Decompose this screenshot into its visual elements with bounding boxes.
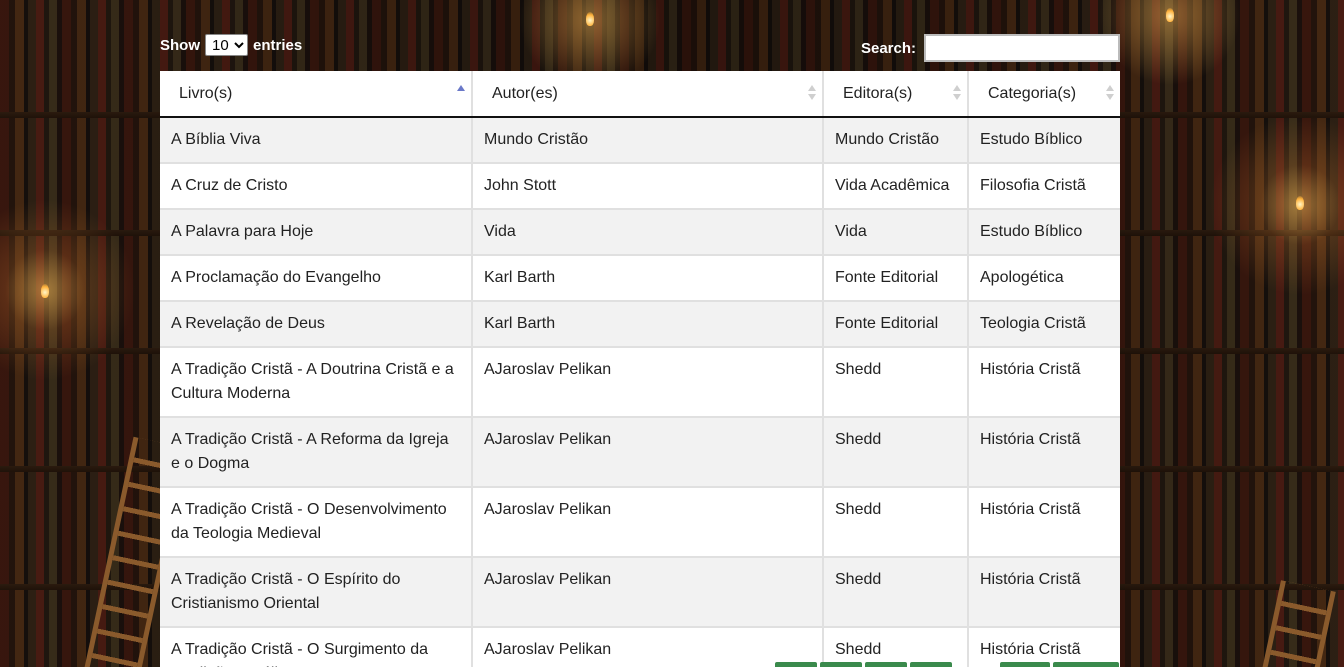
pagination-button[interactable] [820, 662, 862, 667]
candle-glow-left [41, 284, 49, 298]
cell-autor: Vida [472, 209, 824, 256]
cell-livro: A Palavra para Hoje [160, 209, 473, 256]
cell-editora: Shedd [823, 627, 969, 667]
column-label-editora: Editora(s) [843, 84, 913, 102]
entries-length-control: Show 10 entries [160, 34, 302, 56]
table-row: A Proclamação do Evangelho Karl Barth Fo… [160, 255, 1120, 302]
cell-categoria: História Cristã [968, 487, 1120, 558]
candle-glow-top-right [1166, 8, 1174, 22]
table-row: A Tradição Cristã - O Desenvolvimento da… [160, 487, 1120, 558]
cell-editora: Vida [823, 209, 969, 256]
cell-livro: A Tradição Cristã - O Espírito do Cristi… [160, 557, 473, 628]
cell-autor: Karl Barth [472, 255, 824, 302]
table-body: A Bíblia Viva Mundo Cristão Mundo Cristã… [160, 117, 1120, 667]
column-header-editora[interactable]: Editora(s) [823, 71, 969, 118]
column-header-livro[interactable]: Livro(s) [160, 71, 473, 118]
cell-livro: A Bíblia Viva [160, 117, 473, 164]
sort-both-icon [1106, 85, 1114, 103]
table-header: Livro(s) Autor(es) Editora(s) Categoria(… [160, 71, 1120, 118]
cell-livro: A Tradição Cristã - O Desenvolvimento da… [160, 487, 473, 558]
column-header-categoria[interactable]: Categoria(s) [968, 71, 1120, 118]
entries-per-page-select[interactable]: 10 [205, 34, 248, 56]
cell-categoria: Apologética [968, 255, 1120, 302]
table-row: A Bíblia Viva Mundo Cristão Mundo Cristã… [160, 117, 1120, 164]
cell-editora: Fonte Editorial [823, 301, 969, 348]
candle-glow-top-center [586, 12, 594, 26]
cell-autor: AJaroslav Pelikan [472, 557, 824, 628]
pagination-button[interactable] [1000, 662, 1050, 667]
cell-categoria: História Cristã [968, 417, 1120, 488]
show-label: Show [160, 36, 200, 54]
table-row: A Tradição Cristã - O Surgimento da Trad… [160, 627, 1120, 667]
sort-both-icon [808, 85, 816, 103]
pagination-button[interactable] [775, 662, 817, 667]
cell-autor: AJaroslav Pelikan [472, 347, 824, 418]
cell-categoria: História Cristã [968, 347, 1120, 418]
header-row: Livro(s) Autor(es) Editora(s) Categoria(… [160, 71, 1120, 118]
cell-editora: Shedd [823, 347, 969, 418]
column-label-categoria: Categoria(s) [988, 84, 1077, 102]
table-row: A Cruz de Cristo John Stott Vida Acadêmi… [160, 163, 1120, 210]
cell-livro: A Tradição Cristã - A Reforma da Igreja … [160, 417, 473, 488]
table-row: A Tradição Cristã - A Reforma da Igreja … [160, 417, 1120, 488]
table-row: A Tradição Cristã - O Espírito do Cristi… [160, 557, 1120, 628]
cell-autor: AJaroslav Pelikan [472, 417, 824, 488]
cell-editora: Vida Acadêmica [823, 163, 969, 210]
column-label-livro: Livro(s) [179, 84, 233, 102]
sort-ascending-icon [457, 85, 465, 103]
sort-both-icon [953, 85, 961, 103]
cell-autor: John Stott [472, 163, 824, 210]
cell-categoria: História Cristã [968, 557, 1120, 628]
cell-autor: AJaroslav Pelikan [472, 627, 824, 667]
cell-categoria: Filosofia Cristã [968, 163, 1120, 210]
cell-editora: Shedd [823, 557, 969, 628]
pagination-button[interactable] [910, 662, 952, 667]
cell-categoria: Estudo Bíblico [968, 117, 1120, 164]
entries-label: entries [253, 36, 303, 54]
cell-editora: Mundo Cristão [823, 117, 969, 164]
cell-categoria: Teologia Cristã [968, 301, 1120, 348]
table-row: A Revelação de Deus Karl Barth Fonte Edi… [160, 301, 1120, 348]
cell-editora: Shedd [823, 417, 969, 488]
pagination-next-button[interactable] [1053, 662, 1119, 667]
search-label: Search: [860, 39, 916, 57]
books-table: Livro(s) Autor(es) Editora(s) Categoria(… [160, 71, 1120, 667]
cell-livro: A Tradição Cristã - O Surgimento da Trad… [160, 627, 473, 667]
pagination-current-button[interactable] [730, 662, 772, 667]
cell-editora: Fonte Editorial [823, 255, 969, 302]
table-row: A Palavra para Hoje Vida Vida Estudo Bíb… [160, 209, 1120, 256]
cell-livro: A Cruz de Cristo [160, 163, 473, 210]
cell-categoria: História Cristã [968, 627, 1120, 667]
cell-livro: A Proclamação do Evangelho [160, 255, 473, 302]
ladder-right [1260, 580, 1336, 667]
table-row: A Tradição Cristã - A Doutrina Cristã e … [160, 347, 1120, 418]
cell-categoria: Estudo Bíblico [968, 209, 1120, 256]
column-label-autor: Autor(es) [492, 84, 558, 102]
cell-autor: AJaroslav Pelikan [472, 487, 824, 558]
table-controls: Show 10 entries Search: [160, 32, 1120, 64]
column-header-autor[interactable]: Autor(es) [472, 71, 824, 118]
cell-autor: Mundo Cristão [472, 117, 824, 164]
cell-livro: A Revelação de Deus [160, 301, 473, 348]
search-input[interactable] [924, 34, 1120, 62]
pagination [0, 662, 1344, 667]
pagination-button[interactable] [865, 662, 907, 667]
cell-editora: Shedd [823, 487, 969, 558]
search-control: Search: [861, 34, 1120, 62]
cell-autor: Karl Barth [472, 301, 824, 348]
cell-livro: A Tradição Cristã - A Doutrina Cristã e … [160, 347, 473, 418]
candle-glow-right [1296, 196, 1304, 210]
